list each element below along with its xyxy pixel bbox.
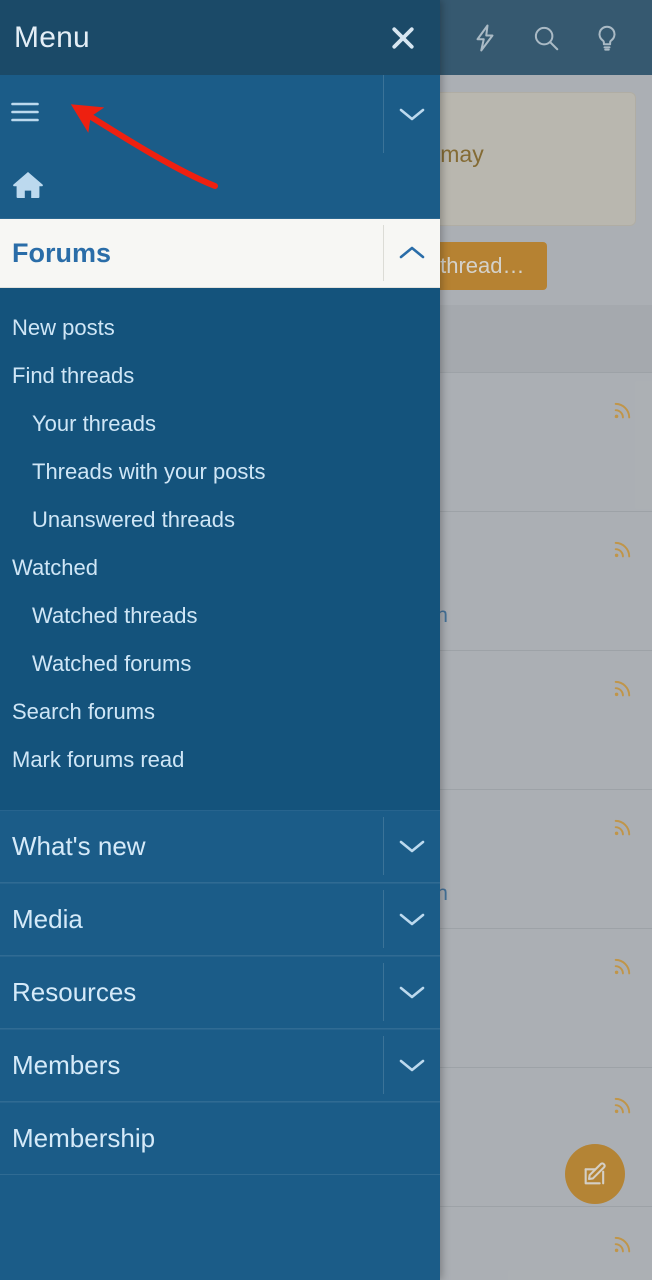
sidebar-item-new-posts[interactable]: New posts xyxy=(0,304,440,352)
sidebar-submenu-forums: New posts Find threads Your threads Thre… xyxy=(0,288,440,810)
hamburger-icon[interactable] xyxy=(11,101,39,123)
sidebar-section-forums-header[interactable]: Forums xyxy=(0,219,440,288)
sidebar-section-label: Media xyxy=(12,904,83,934)
sidebar-section-media[interactable]: Media xyxy=(0,883,440,956)
sidebar-section-label: Forums xyxy=(12,237,112,268)
sidebar-item-find-threads[interactable]: Find threads xyxy=(0,352,440,400)
chevron-down-icon[interactable] xyxy=(383,1036,440,1094)
sidebar-section-members[interactable]: Members xyxy=(0,1029,440,1102)
sidebar-section-label: What's new xyxy=(12,831,146,861)
drawer-header: Menu xyxy=(0,0,440,75)
chevron-down-icon[interactable] xyxy=(383,817,440,875)
sidebar-item-unanswered-threads[interactable]: Unanswered threads xyxy=(0,496,440,544)
sidebar-section-whats-new[interactable]: What's new xyxy=(0,810,440,883)
sidebar-item-threads-with-your-posts[interactable]: Threads with your posts xyxy=(0,448,440,496)
sidebar-item-watched-threads[interactable]: Watched threads xyxy=(0,592,440,640)
home-icon[interactable] xyxy=(12,170,44,200)
drawer-top-strip xyxy=(0,75,440,219)
sidebar-section-label: Members xyxy=(12,1050,121,1080)
navigation-drawer: Menu Forums New posts Find threads Your … xyxy=(0,0,440,1280)
sidebar-section-label: Resources xyxy=(12,977,137,1007)
close-icon[interactable] xyxy=(388,23,418,53)
sidebar-item-mark-forums-read[interactable]: Mark forums read xyxy=(0,736,440,784)
page-title: Menu xyxy=(14,20,90,54)
sidebar-section-resources[interactable]: Resources xyxy=(0,956,440,1029)
sidebar-item-watched-forums[interactable]: Watched forums xyxy=(0,640,440,688)
chevron-up-icon[interactable] xyxy=(383,225,440,281)
sidebar-section-label: Membership xyxy=(12,1123,156,1153)
sidebar-item-your-threads[interactable]: Your threads xyxy=(0,400,440,448)
screen: ministrators may Post thread… xyxy=(0,0,652,1280)
sidebar-item-search-forums[interactable]: Search forums xyxy=(0,688,440,736)
chevron-down-icon[interactable] xyxy=(383,75,440,153)
sidebar-item-watched[interactable]: Watched xyxy=(0,544,440,592)
sidebar-section-membership[interactable]: Membership xyxy=(0,1102,440,1175)
drawer-empty-space xyxy=(0,1175,440,1280)
chevron-down-icon[interactable] xyxy=(383,890,440,948)
chevron-down-icon[interactable] xyxy=(383,963,440,1021)
